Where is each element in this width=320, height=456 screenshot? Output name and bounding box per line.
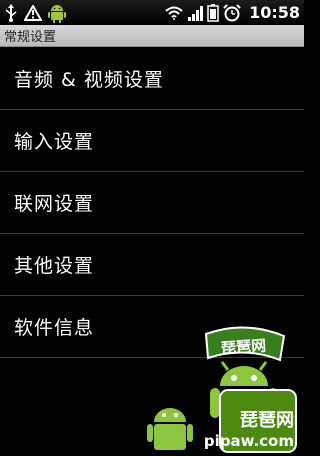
menu-item-input[interactable]: 输入设置 [0, 110, 304, 172]
alarm-icon [223, 3, 241, 23]
signal-icon [187, 3, 204, 23]
clock: 10:58 [249, 3, 300, 22]
wifi-icon [165, 3, 183, 23]
status-bar: 10:58 [0, 0, 304, 25]
status-right: 10:58 [165, 3, 300, 23]
watermark-banner-text: 琵琶网 [221, 336, 267, 357]
menu-item-label: 输入设置 [14, 131, 95, 153]
pipaw-watermark: 琵琶网 琵琶网 pipaw.com [144, 326, 304, 456]
usb-icon [4, 3, 18, 23]
battery-icon [207, 3, 219, 23]
menu-item-network[interactable]: 联网设置 [0, 172, 304, 234]
watermark-url: pipaw.com [203, 432, 294, 450]
warning-icon [24, 3, 42, 23]
watermark-text: 琵琶网 [240, 410, 294, 431]
menu-item-label: 联网设置 [14, 193, 95, 215]
menu-item-audio-video[interactable]: 音频 & 视频设置 [0, 48, 304, 110]
status-left [4, 3, 66, 23]
menu-item-other[interactable]: 其他设置 [0, 234, 304, 296]
settings-menu: 音频 & 视频设置 输入设置 联网设置 其他设置 软件信息 [0, 48, 304, 358]
title-bar: 常规设置 [0, 25, 304, 47]
menu-item-label: 其他设置 [14, 255, 95, 277]
menu-item-label: 软件信息 [14, 317, 95, 339]
android-icon [48, 3, 66, 23]
page-title: 常规设置 [4, 30, 57, 45]
menu-item-label: 音频 & 视频设置 [14, 69, 164, 91]
